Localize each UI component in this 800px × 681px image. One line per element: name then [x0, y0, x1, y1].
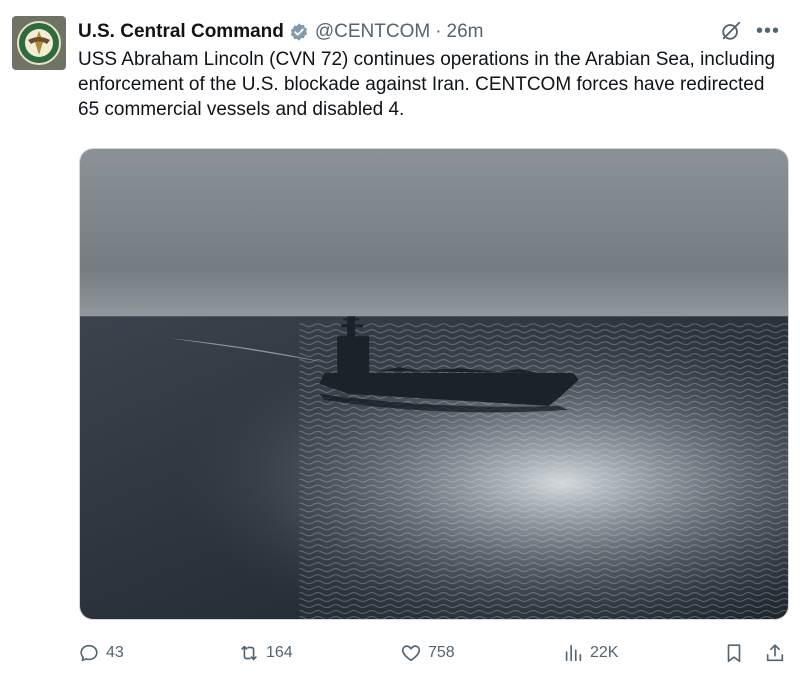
verified-badge-icon — [289, 22, 309, 42]
avatar[interactable] — [12, 16, 66, 70]
tweet-text: USS Abraham Lincoln (CVN 72) continues o… — [78, 49, 776, 120]
share-button[interactable] — [764, 642, 786, 664]
timestamp[interactable]: 26m — [447, 21, 484, 43]
heart-icon — [401, 645, 421, 662]
like-count: 758 — [428, 644, 455, 661]
bookmark-button[interactable] — [723, 642, 745, 664]
views-button[interactable]: 22K — [562, 642, 618, 664]
tweet-header: U.S. Central Command @CENTCOM · 26m ••• — [78, 18, 780, 46]
tweet-actions: 43 164 758 22K — [78, 638, 790, 668]
reply-count: 43 — [106, 644, 124, 661]
separator-dot: · — [435, 21, 442, 42]
more-icon[interactable]: ••• — [756, 21, 780, 41]
share-icon — [766, 644, 784, 662]
views-chart-icon — [565, 644, 582, 662]
centcom-emblem-icon — [17, 21, 61, 65]
like-button[interactable]: 758 — [400, 642, 455, 664]
author-handle[interactable]: @CENTCOM — [315, 21, 430, 43]
author-name[interactable]: U.S. Central Command — [78, 21, 284, 43]
views-count: 22K — [590, 644, 619, 661]
grok-icon[interactable] — [720, 20, 742, 42]
bookmark-icon — [727, 644, 741, 663]
tweet-media-image[interactable] — [79, 148, 789, 620]
repost-icon — [241, 645, 257, 661]
repost-button[interactable]: 164 — [238, 642, 293, 664]
reply-icon — [80, 644, 98, 662]
reply-button[interactable]: 43 — [78, 642, 124, 664]
aircraft-carrier-photo — [80, 149, 788, 619]
repost-count: 164 — [266, 644, 293, 661]
